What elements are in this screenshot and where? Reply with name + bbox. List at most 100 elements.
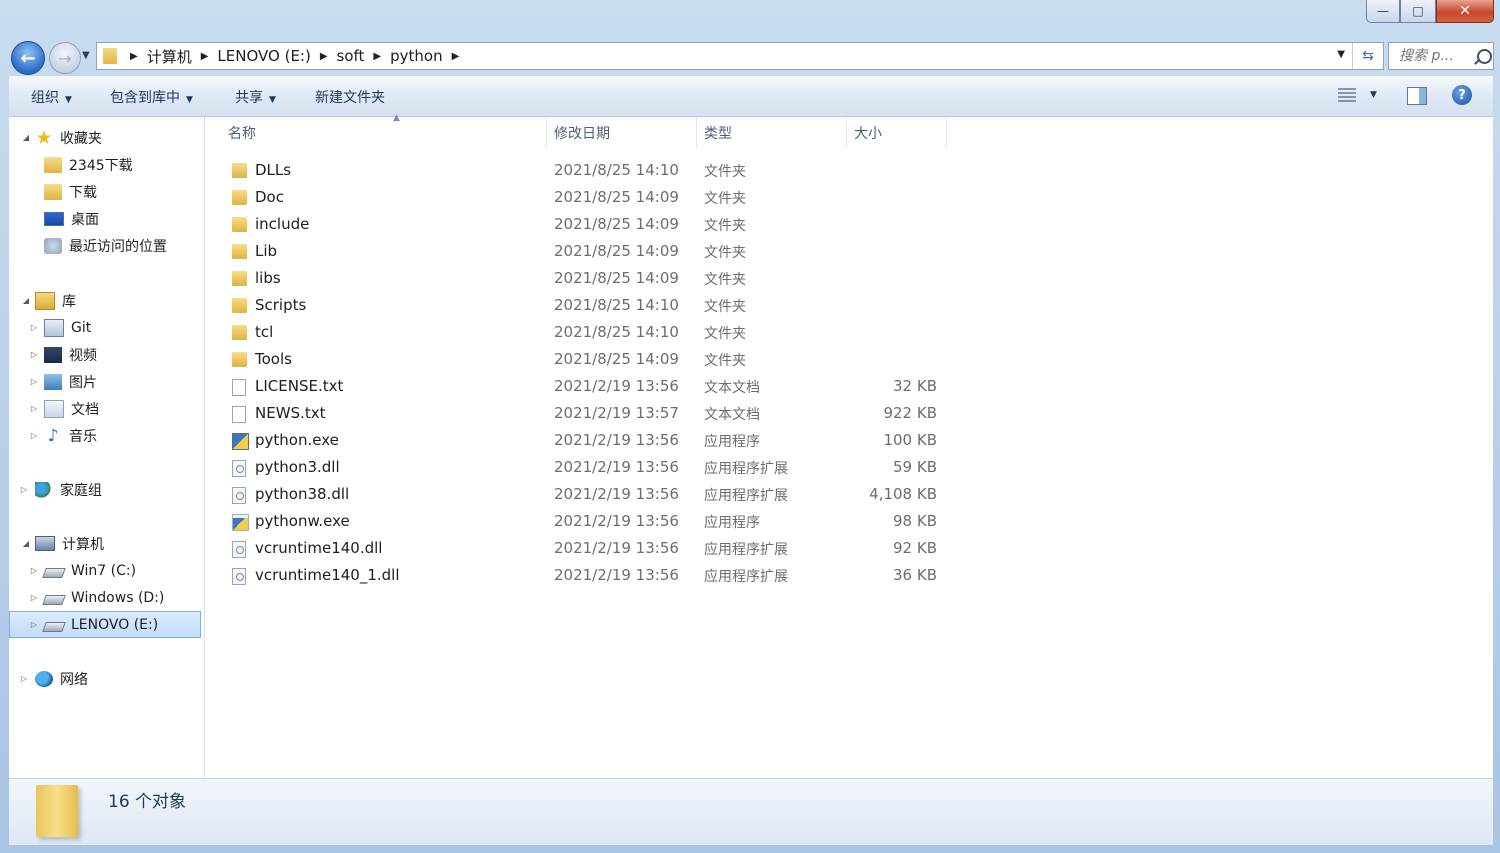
sidebar-item-downloads[interactable]: 下载 [9, 178, 204, 205]
chevron-right-icon[interactable]: ▶ [373, 51, 381, 62]
file-row[interactable]: python38.dll 2021/2/19 13:56 应用程序扩展 4,108 K… [205, 481, 965, 508]
expand-collapse-icon[interactable]: ◢ [21, 296, 31, 305]
sidebar-item-computer[interactable]: ◢ 计算机 [9, 530, 204, 557]
organize-menu[interactable]: 组织 ▼ [31, 87, 72, 107]
new-folder-button[interactable]: 新建文件夹 [315, 87, 385, 107]
refresh-icon[interactable]: ⇆ [1352, 43, 1383, 69]
file-type: 文件夹 [704, 299, 746, 315]
sidebar-item-label: 库 [62, 293, 76, 310]
column-header-type[interactable]: 类型 [697, 117, 847, 148]
change-view-icon[interactable] [1338, 88, 1356, 102]
breadcrumb-python[interactable]: python [390, 47, 442, 65]
file-type: 文本文档 [704, 380, 760, 396]
address-dropdown-icon[interactable]: ▼ [1337, 49, 1345, 60]
file-modified-date: 2021/8/25 14:09 [554, 188, 679, 206]
file-name: vcruntime140_1.dll [255, 566, 400, 584]
file-type: 应用程序扩展 [704, 569, 788, 585]
file-row[interactable]: vcruntime140.dll 2021/2/19 13:56 应用程序扩展 92 … [205, 535, 965, 562]
close-button[interactable]: ✕ [1436, 0, 1494, 23]
minimize-button[interactable]: — [1366, 0, 1400, 23]
file-row[interactable]: Lib 2021/8/25 14:09 文件夹 [205, 238, 965, 265]
title-bar: — □ ✕ [0, 0, 1500, 40]
recent-pages-dropdown[interactable]: ▼ [82, 50, 90, 61]
drive-icon [42, 594, 66, 605]
file-row[interactable]: include 2021/8/25 14:09 文件夹 [205, 211, 965, 238]
file-row[interactable]: python3.dll 2021/2/19 13:56 应用程序扩展 59 KB [205, 454, 965, 481]
address-bar[interactable]: ▶ 计算机 ▶ LENOVO (E:) ▶ soft ▶ python ▶ ▼ … [96, 42, 1384, 70]
help-icon[interactable]: ? [1452, 85, 1472, 105]
sidebar-item-libraries[interactable]: ◢ 库 [9, 287, 204, 314]
expand-collapse-icon[interactable]: ◢ [21, 539, 31, 548]
sidebar-item-homegroup[interactable]: ▷ 家庭组 [9, 476, 204, 503]
sidebar-item-music[interactable]: ▷ ♪ 音乐 [9, 422, 204, 449]
expand-collapse-icon[interactable]: ◢ [21, 133, 31, 142]
share-menu[interactable]: 共享 ▼ [235, 87, 276, 107]
file-name: DLLs [255, 161, 292, 179]
expand-icon[interactable]: ▷ [29, 593, 39, 602]
sidebar-item-drive-c[interactable]: ▷ Win7 (C:) [9, 557, 204, 584]
view-options-dropdown[interactable]: ▼ [1370, 90, 1377, 100]
column-header-name[interactable]: ▲ 名称 [221, 113, 547, 148]
sidebar-item-drive-d[interactable]: ▷ Windows (D:) [9, 584, 204, 611]
expand-icon[interactable]: ▷ [29, 431, 39, 440]
file-row[interactable]: DLLs 2021/8/25 14:10 文件夹 [205, 157, 965, 184]
file-modified-date: 2021/2/19 13:56 [554, 431, 679, 449]
sidebar-item-2345-downloads[interactable]: 2345下载 [9, 151, 204, 178]
file-row[interactable]: python.exe 2021/2/19 13:56 应用程序 100 KB [205, 427, 965, 454]
chevron-right-icon[interactable]: ▶ [201, 51, 209, 62]
file-type: 文件夹 [704, 218, 746, 234]
sidebar-item-documents[interactable]: ▷ 文档 [9, 395, 204, 422]
pictures-library-icon [44, 373, 62, 390]
breadcrumb-drive[interactable]: LENOVO (E:) [217, 47, 310, 65]
forward-button[interactable]: → [49, 42, 81, 74]
file-row[interactable]: LICENSE.txt 2021/2/19 13:56 文本文档 32 KB [205, 373, 965, 400]
expand-icon[interactable]: ▷ [29, 377, 39, 386]
preview-pane-icon[interactable] [1407, 87, 1427, 105]
sidebar-item-recent-places[interactable]: 最近访问的位置 [9, 232, 204, 259]
back-button[interactable]: ← [11, 41, 45, 75]
file-size: 100 KB [883, 431, 937, 449]
sidebar-item-desktop[interactable]: 桌面 [9, 205, 204, 232]
chevron-right-icon[interactable]: ▶ [130, 51, 138, 62]
column-header-modified[interactable]: 修改日期 [547, 117, 697, 148]
expand-icon[interactable]: ▷ [29, 350, 39, 359]
search-box[interactable] [1388, 42, 1494, 70]
file-row[interactable]: tcl 2021/8/25 14:10 文件夹 [205, 319, 965, 346]
file-name: NEWS.txt [255, 404, 326, 422]
expand-icon[interactable]: ▷ [19, 485, 29, 494]
desktop-icon [44, 211, 64, 226]
command-bar: 组织 ▼ 包含到库中 ▼ 共享 ▼ 新建文件夹 ▼ ? [9, 76, 1493, 117]
file-row[interactable]: Tools 2021/8/25 14:09 文件夹 [205, 346, 965, 373]
include-in-library-menu[interactable]: 包含到库中 ▼ [110, 87, 193, 107]
search-icon[interactable] [1477, 48, 1492, 64]
expand-icon[interactable]: ▷ [29, 566, 39, 575]
file-row[interactable]: NEWS.txt 2021/2/19 13:57 文本文档 922 KB [205, 400, 965, 427]
column-header-size[interactable]: 大小 [847, 117, 947, 148]
sidebar-item-network[interactable]: ▷ 网络 [9, 665, 204, 692]
expand-icon[interactable]: ▷ [29, 323, 39, 332]
file-row[interactable]: libs 2021/8/25 14:09 文件夹 [205, 265, 965, 292]
chevron-right-icon[interactable]: ▶ [320, 51, 328, 62]
sidebar-item-label: 计算机 [62, 536, 104, 553]
sidebar-item-videos[interactable]: ▷ 视频 [9, 341, 204, 368]
file-name: pythonw.exe [255, 512, 350, 530]
breadcrumb-soft[interactable]: soft [337, 47, 365, 65]
file-row[interactable]: vcruntime140_1.dll 2021/2/19 13:56 应用程序扩展 3… [205, 562, 965, 589]
file-modified-date: 2021/2/19 13:56 [554, 458, 679, 476]
maximize-button[interactable]: □ [1400, 0, 1436, 23]
file-type: 文件夹 [704, 191, 746, 207]
chevron-right-icon[interactable]: ▶ [452, 51, 460, 62]
file-modified-date: 2021/8/25 14:09 [554, 269, 679, 287]
file-row[interactable]: Scripts 2021/8/25 14:10 文件夹 [205, 292, 965, 319]
sidebar-item-favorites[interactable]: ◢ ★ 收藏夹 [9, 124, 204, 151]
search-input[interactable] [1397, 47, 1469, 65]
expand-icon[interactable]: ▷ [29, 620, 39, 629]
file-row[interactable]: pythonw.exe 2021/2/19 13:56 应用程序 98 KB [205, 508, 965, 535]
sidebar-item-git[interactable]: ▷ Git [9, 314, 204, 341]
sidebar-item-pictures[interactable]: ▷ 图片 [9, 368, 204, 395]
expand-icon[interactable]: ▷ [19, 674, 29, 683]
file-row[interactable]: Doc 2021/8/25 14:09 文件夹 [205, 184, 965, 211]
breadcrumb-computer[interactable]: 计算机 [147, 46, 192, 67]
expand-icon[interactable]: ▷ [29, 404, 39, 413]
sidebar-item-drive-e[interactable]: ▷ LENOVO (E:) [9, 611, 201, 638]
